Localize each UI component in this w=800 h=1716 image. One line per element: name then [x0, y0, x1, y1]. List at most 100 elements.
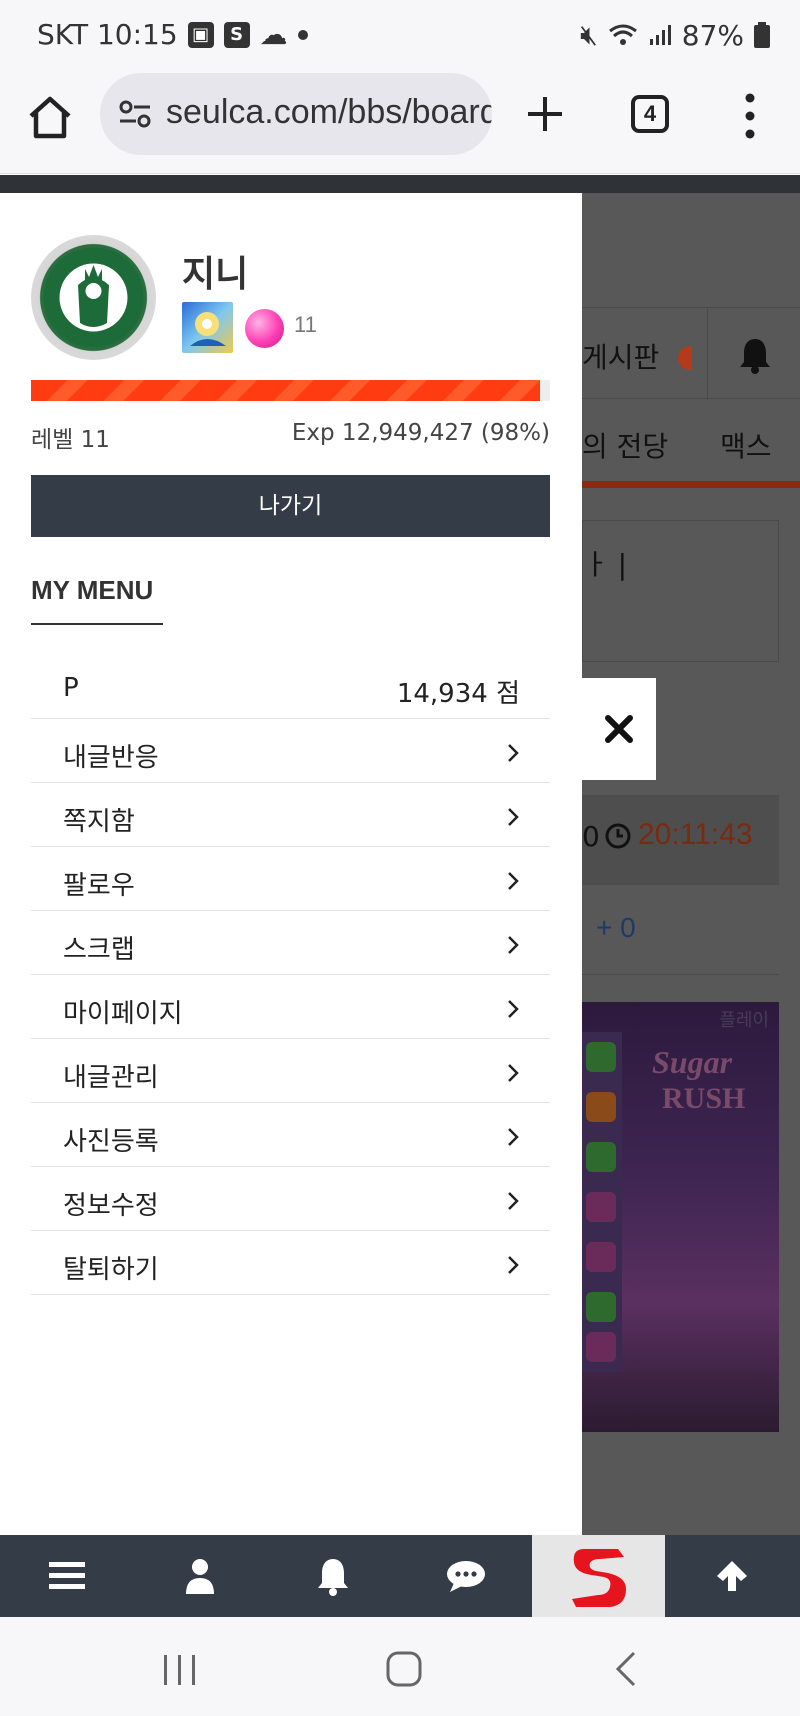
menu-item-points[interactable]: P 14,934 점: [31, 655, 550, 719]
clock-icon: [605, 823, 631, 849]
avatar[interactable]: [31, 235, 156, 360]
background-timer: 0 20:11:43: [582, 795, 779, 885]
bottom-scroll-top-button[interactable]: [665, 1535, 798, 1617]
menu-item-messages[interactable]: 쪽지함: [31, 783, 550, 847]
carrier-time: SKT 10:15: [37, 18, 178, 51]
background-plus-row: + 0: [582, 885, 779, 975]
new-tab-icon[interactable]: [525, 94, 565, 134]
level-badge-icon: [182, 302, 233, 353]
chevron-right-icon: [508, 1256, 519, 1274]
home-nav-icon[interactable]: [386, 1651, 422, 1687]
menu-item-edit-info[interactable]: 정보수정: [31, 1167, 550, 1231]
menu-item-label: 쪽지함: [63, 807, 135, 837]
browser-toolbar: seulca.com/bbs/board 4: [0, 70, 800, 174]
chevron-right-icon: [508, 872, 519, 890]
gem-icon: [586, 1142, 616, 1172]
wifi-icon: [608, 24, 637, 45]
drawer-top-strip: [0, 175, 582, 193]
signal-icon: [649, 25, 671, 45]
background-timer-text: 20:11:43: [638, 818, 753, 851]
chat-icon[interactable]: [446, 1559, 486, 1593]
url-text[interactable]: seulca.com/bbs/board: [166, 93, 492, 132]
menu-item-label: 사진등록: [63, 1127, 159, 1157]
exp-progress-fill: [31, 380, 540, 401]
close-icon[interactable]: [604, 714, 634, 744]
my-menu-title: MY MENU: [31, 575, 154, 605]
s-app-icon: S: [223, 21, 250, 48]
banner-logo-line-2: RUSH: [662, 1082, 746, 1115]
background-tab-1: 의 전당: [582, 430, 669, 463]
side-drawer: 지니 11 레벨 11 Exp 12,949,427 (98%) 나가기 MY …: [0, 175, 582, 1535]
exp-progress-bar: [31, 380, 550, 401]
menu-item-label: 팔로우: [63, 871, 135, 901]
starbucks-logo-icon: [43, 247, 144, 348]
menu-item-label: 내글관리: [63, 1063, 159, 1093]
menu-item-post-reactions[interactable]: 내글반응: [31, 719, 550, 783]
bottom-site-logo-button[interactable]: [532, 1535, 665, 1617]
site-logo-icon[interactable]: [566, 1541, 632, 1611]
my-menu-underline: [31, 623, 163, 625]
home-icon[interactable]: [25, 92, 75, 142]
system-nav-bar: [0, 1617, 800, 1716]
menu-item-label: 스크랩: [63, 935, 135, 965]
chevron-right-icon: [508, 808, 519, 826]
bell-icon: [740, 339, 770, 374]
my-menu-list: P 14,934 점 내글반응 쪽지함 팔로우 스크랩 마이페이지 내글관리 사: [31, 655, 550, 1295]
cloud-icon: ☁: [259, 18, 288, 51]
battery-percent: 87%: [681, 18, 744, 52]
chevron-right-icon: [508, 744, 519, 762]
chevron-right-icon: [508, 936, 519, 954]
bottom-user-button[interactable]: [133, 1535, 266, 1617]
gem-icon: [586, 1192, 616, 1222]
bottom-chat-button[interactable]: [399, 1535, 532, 1617]
menu-item-label: 마이페이지: [63, 999, 183, 1029]
divider: [707, 308, 708, 400]
menu-item-follow[interactable]: 팔로우: [31, 847, 550, 911]
menu-icon[interactable]: [48, 1560, 85, 1592]
more-menu-icon[interactable]: [740, 92, 760, 140]
background-tabs: 의 전당 맥스: [582, 400, 800, 488]
bell-icon[interactable]: [315, 1556, 351, 1596]
user-icon[interactable]: [184, 1558, 216, 1594]
gem-icon: [586, 1242, 616, 1272]
site-settings-icon[interactable]: [118, 98, 152, 130]
bottom-notification-button[interactable]: [266, 1535, 399, 1617]
battery-icon: [754, 22, 770, 48]
tab-switcher-button[interactable]: 4: [631, 95, 669, 133]
bottom-menu-button[interactable]: [0, 1535, 133, 1617]
exp-label: Exp 12,949,427 (98%): [291, 420, 550, 446]
gem-icon: [586, 1092, 616, 1122]
menu-item-label: 탈퇴하기: [63, 1255, 159, 1285]
menu-item-label: 내글반응: [63, 743, 159, 773]
mute-icon: 🔇︎: [580, 18, 598, 51]
chevron-right-icon: [508, 1192, 519, 1210]
address-bar[interactable]: seulca.com/bbs/board: [100, 73, 492, 155]
background-badge: [678, 346, 692, 370]
banner-corner-text: 플레이: [719, 1010, 769, 1031]
level-label: 레벨 11: [31, 427, 110, 453]
username: 지니: [182, 254, 249, 295]
background-box-text: ㅏ |: [583, 548, 628, 581]
level-number: 11: [294, 312, 317, 337]
arrow-up-icon[interactable]: [714, 1558, 750, 1594]
close-drawer-button[interactable]: [582, 678, 656, 780]
points-value: 14,934 점: [396, 679, 520, 709]
gem-icon: [586, 1292, 616, 1322]
banner-logo-line-1: Sugar: [652, 1044, 733, 1080]
background-banner-ad: 플레이 Sugar RUSH: [582, 1002, 779, 1432]
menu-item-scrap[interactable]: 스크랩: [31, 911, 550, 975]
menu-item-manage-posts[interactable]: 내글관리: [31, 1039, 550, 1103]
gem-icon: [586, 1042, 616, 1072]
points-label: P: [63, 673, 79, 703]
recent-apps-icon[interactable]: [162, 1655, 198, 1685]
back-icon[interactable]: [614, 1651, 638, 1687]
chevron-right-icon: [508, 1064, 519, 1082]
chevron-right-icon: [508, 1000, 519, 1018]
logout-button[interactable]: 나가기: [31, 475, 550, 537]
menu-item-mypage[interactable]: 마이페이지: [31, 975, 550, 1039]
gem-icon: [586, 1332, 616, 1362]
image-icon: ▣: [187, 21, 214, 48]
status-left: SKT 10:15 ▣ S ☁: [37, 18, 308, 51]
menu-item-photo-register[interactable]: 사진등록: [31, 1103, 550, 1167]
menu-item-withdraw[interactable]: 탈퇴하기: [31, 1231, 550, 1295]
